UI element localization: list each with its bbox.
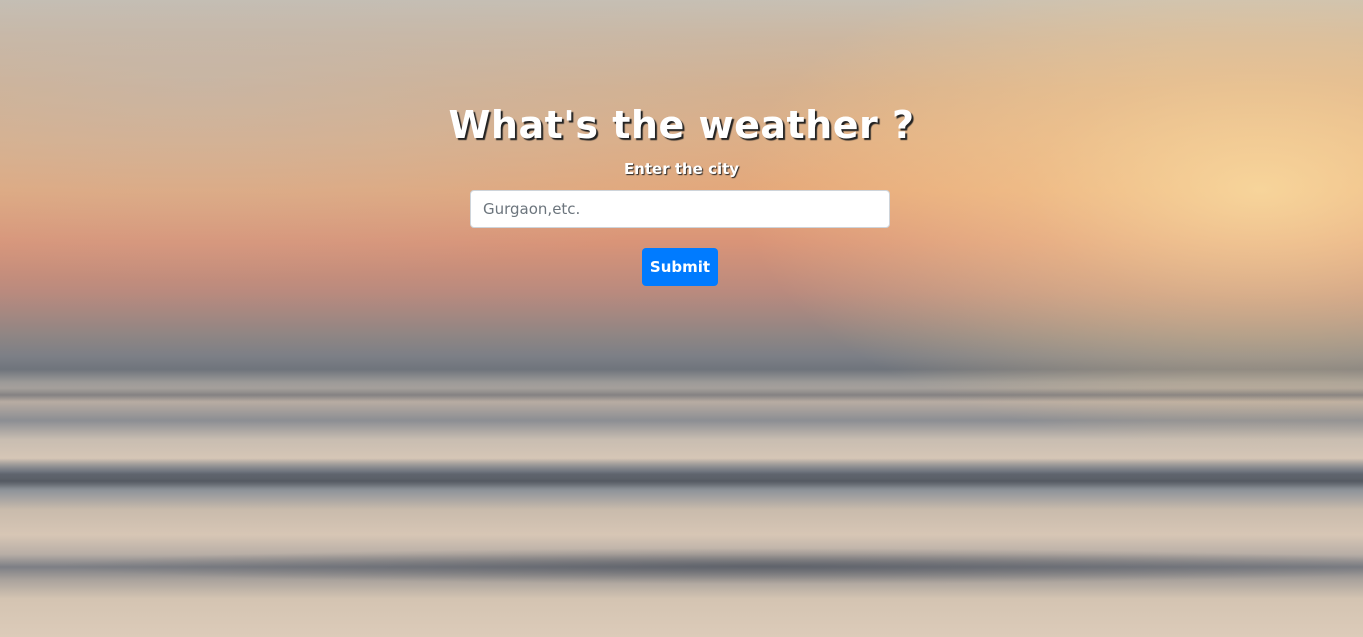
city-label: Enter the city — [623, 160, 740, 178]
background-image — [0, 0, 1363, 637]
background-sun-glow — [0, 0, 1363, 637]
background-wave — [0, 548, 1363, 584]
background-wave — [0, 388, 1363, 402]
background-wave — [0, 458, 1363, 488]
city-input[interactable] — [470, 190, 890, 228]
page-title: What's the weather ? — [448, 103, 915, 147]
submit-button[interactable]: Submit — [642, 248, 718, 286]
